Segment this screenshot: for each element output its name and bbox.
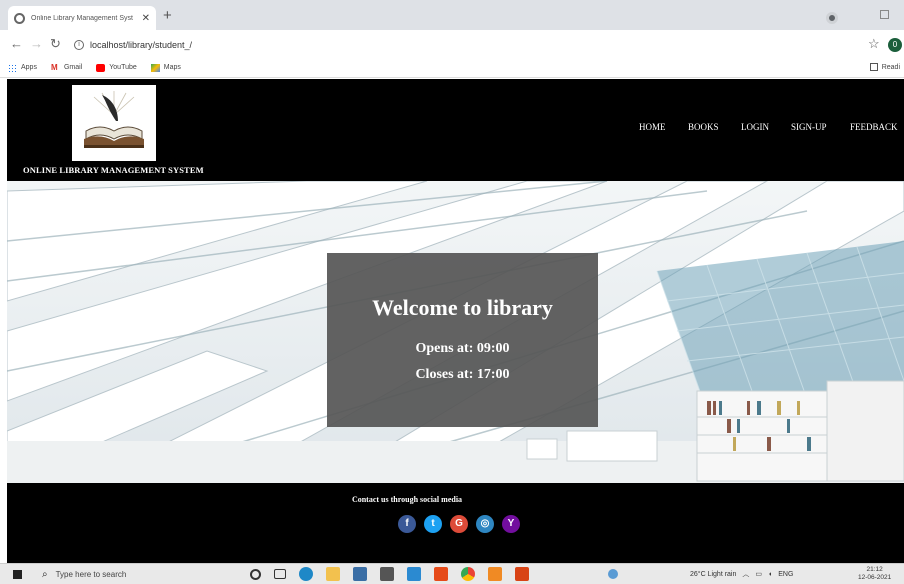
app-icon[interactable] xyxy=(488,567,502,581)
task-view-icon[interactable] xyxy=(274,569,286,579)
network-icon[interactable]: ▭ xyxy=(755,570,762,578)
browser-tab[interactable]: Online Library Management Syst ✕ xyxy=(8,6,156,30)
sublime-icon[interactable] xyxy=(515,567,529,581)
site-footer: Contact us through social media f t G ◎ … xyxy=(7,483,904,563)
gmail-icon: M xyxy=(50,62,58,72)
app-icon[interactable] xyxy=(407,567,421,581)
chrome-icon[interactable] xyxy=(461,567,475,581)
bookmark-maps[interactable]: Maps xyxy=(150,63,181,72)
bookmark-apps[interactable]: Apps xyxy=(8,63,37,72)
web-page: ONLINE LIBRARY MANAGEMENT SYSTEM HOME BO… xyxy=(7,79,904,563)
nav-home[interactable]: HOME xyxy=(639,122,666,132)
profile-avatar[interactable]: 0 xyxy=(888,38,902,52)
nav-books[interactable]: BOOKS xyxy=(688,122,719,132)
address-bar[interactable]: i localhost/library/student_/ xyxy=(74,35,854,54)
taskbar-search[interactable]: ⌕ Type here to search xyxy=(36,566,236,583)
bookmark-star-icon[interactable]: ☆ xyxy=(868,36,880,52)
system-tray: 26°C Light rain ︿ ▭ ◖ ENG xyxy=(608,569,793,579)
site-info-icon[interactable]: i xyxy=(74,39,84,50)
weather-icon[interactable] xyxy=(608,569,618,579)
closing-time: Closes at: 17:00 xyxy=(415,367,510,382)
bookmark-label: Gmail xyxy=(63,64,83,71)
search-icon: ⌕ xyxy=(42,569,48,580)
weather-text[interactable]: 26°C Light rain xyxy=(690,571,736,578)
site-header: ONLINE LIBRARY MANAGEMENT SYSTEM HOME BO… xyxy=(7,79,904,181)
nav-feedback[interactable]: FEEDBACK xyxy=(850,122,898,132)
tab-close-button[interactable]: ✕ xyxy=(142,13,150,24)
store-icon[interactable] xyxy=(353,567,367,581)
new-tab-button[interactable]: + xyxy=(163,7,172,24)
reading-list-label: Readi xyxy=(881,63,900,71)
clock-date: 12-06-2021 xyxy=(858,574,892,581)
tab-title: Online Library Management Syst xyxy=(31,14,133,22)
forward-arrow-icon[interactable]: → xyxy=(30,36,43,51)
language-indicator[interactable]: ENG xyxy=(778,571,793,578)
address-url[interactable]: localhost/library/student_/ xyxy=(90,40,192,50)
tab-favicon-icon xyxy=(14,12,25,24)
youtube-icon xyxy=(96,63,106,72)
apps-icon xyxy=(8,63,17,72)
edge-icon[interactable] xyxy=(299,567,313,581)
instagram-icon[interactable]: ◎ xyxy=(476,515,494,533)
bookmark-label: Apps xyxy=(21,64,37,71)
reading-list-button[interactable]: Readi xyxy=(869,63,900,71)
office-icon[interactable] xyxy=(434,567,448,581)
nav-signup[interactable]: SIGN-UP xyxy=(791,122,827,132)
settings-app-icon[interactable] xyxy=(380,567,394,581)
taskbar-clock[interactable]: 21:12 12-06-2021 xyxy=(858,566,891,582)
hero-banner: Welcome to library Opens at: 09:00 Close… xyxy=(7,181,904,483)
browser-profile-icon[interactable] xyxy=(826,12,838,24)
browser-toolbar: ← → ↻ i localhost/library/student_/ ☆ 0 xyxy=(0,30,904,58)
taskbar-apps xyxy=(250,567,529,581)
clock-time: 21:12 xyxy=(866,566,883,573)
bookmark-label: Maps xyxy=(163,64,181,71)
maps-icon xyxy=(150,63,160,72)
twitter-icon[interactable]: t xyxy=(424,515,442,533)
tray-chevron-icon[interactable]: ︿ xyxy=(742,569,749,579)
cortana-icon[interactable] xyxy=(250,568,261,580)
library-logo[interactable] xyxy=(72,85,156,161)
bookmarks-bar: Apps M Gmail YouTube Maps Readi xyxy=(0,58,904,78)
windows-taskbar: ⌕ Type here to search 26°C Light rain ︿ … xyxy=(0,563,904,584)
browser-tab-bar: Online Library Management Syst ✕ + xyxy=(0,0,904,30)
reload-icon[interactable]: ↻ xyxy=(50,36,61,52)
contact-heading: Contact us through social media xyxy=(351,495,463,504)
book-quill-icon xyxy=(84,91,144,148)
yahoo-icon[interactable]: Y xyxy=(502,515,520,533)
reading-list-icon xyxy=(869,63,878,71)
search-placeholder[interactable]: Type here to search xyxy=(56,570,127,579)
opening-time: Opens at: 09:00 xyxy=(415,341,510,356)
facebook-icon[interactable]: f xyxy=(398,515,416,533)
nav-login[interactable]: LOGIN xyxy=(741,122,769,132)
windows-start-icon[interactable] xyxy=(13,570,22,579)
welcome-box: Welcome to library Opens at: 09:00 Close… xyxy=(327,253,598,427)
bookmark-gmail[interactable]: M Gmail xyxy=(50,62,83,72)
window-maximize-button[interactable] xyxy=(880,10,889,19)
bookmark-youtube[interactable]: YouTube xyxy=(96,63,137,72)
google-icon[interactable]: G xyxy=(450,515,468,533)
file-explorer-icon[interactable] xyxy=(326,567,340,581)
social-links: f t G ◎ Y xyxy=(398,515,520,533)
bookmark-label: YouTube xyxy=(109,64,137,71)
volume-icon[interactable]: ◖ xyxy=(768,571,772,578)
welcome-title: Welcome to library xyxy=(372,295,553,320)
site-title: ONLINE LIBRARY MANAGEMENT SYSTEM xyxy=(23,165,204,175)
back-arrow-icon[interactable]: ← xyxy=(10,36,23,51)
